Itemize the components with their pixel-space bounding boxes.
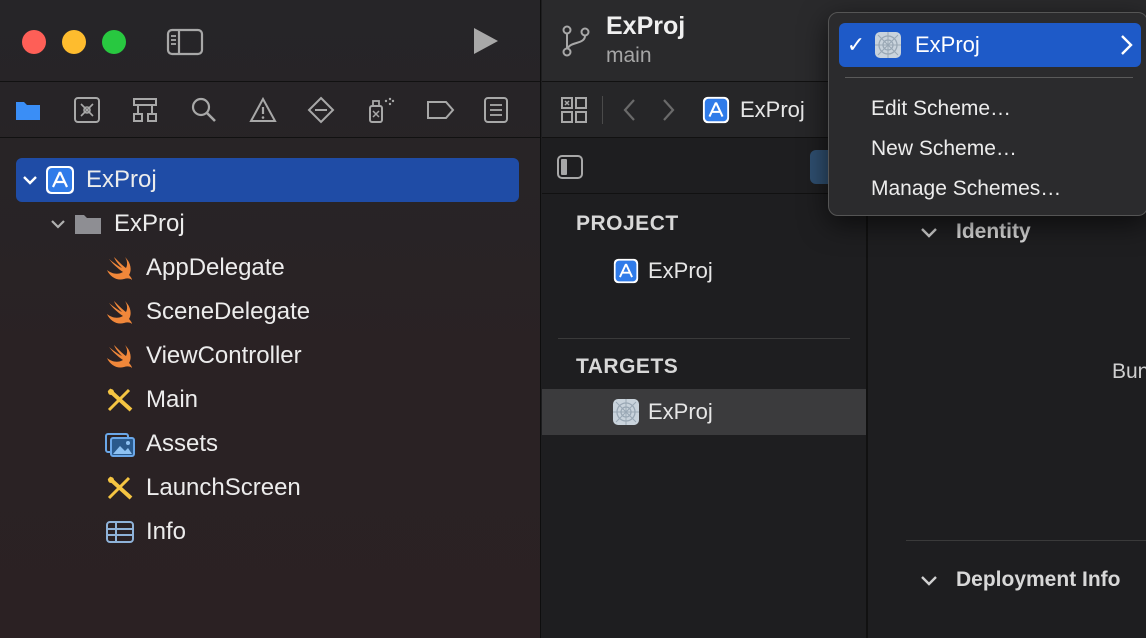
bundle-label-partial: Bun (1112, 360, 1146, 383)
tree-item-label: LaunchScreen (146, 474, 301, 501)
edit-scheme-menu-item[interactable]: Edit Scheme… (871, 97, 1011, 121)
scheme-project-title[interactable]: ExProj (606, 12, 685, 41)
app-target-icon (612, 398, 640, 426)
chevron-right-icon (1111, 34, 1141, 56)
zoom-window-button[interactable] (102, 30, 126, 54)
targets-section-header: TARGETS (576, 355, 679, 378)
plist-table-icon (104, 516, 136, 548)
navigator-tab-bar (0, 82, 540, 138)
app-project-icon (702, 96, 730, 129)
tree-item-group-folder[interactable]: ExProj (0, 202, 540, 246)
tree-item-file[interactable]: Main (0, 378, 540, 422)
deployment-section-header[interactable]: Deployment Info (918, 568, 1121, 592)
asset-catalog-icon (104, 428, 136, 460)
new-scheme-menu-item[interactable]: New Scheme… (871, 137, 1017, 161)
menu-separator (845, 77, 1133, 78)
manage-schemes-menu-item[interactable]: Manage Schemes… (871, 177, 1061, 201)
tree-item-project-root[interactable]: ExProj (16, 158, 519, 202)
jumpbar-divider (602, 96, 603, 124)
sidebar-toggle-icon[interactable] (166, 28, 204, 56)
target-list-item[interactable]: ExProj (542, 389, 866, 435)
tree-item-label: Main (146, 386, 199, 413)
tree-item-label: Assets (146, 430, 219, 457)
test-diamond-icon[interactable] (305, 90, 364, 130)
identity-section-header[interactable]: Identity (918, 220, 1031, 244)
tree-item-file[interactable]: ViewController (0, 334, 540, 378)
app-project-icon (612, 257, 640, 285)
warning-icon[interactable] (247, 90, 306, 130)
tree-item-file[interactable]: SceneDelegate (0, 290, 540, 334)
project-list-toggle-icon[interactable] (556, 154, 584, 185)
close-window-button[interactable] (22, 30, 46, 54)
minimize-window-button[interactable] (62, 30, 86, 54)
chevron-down-icon[interactable] (918, 574, 940, 586)
app-project-icon (44, 164, 76, 196)
tree-item-label: Info (146, 518, 187, 545)
chevron-right-icon[interactable] (660, 98, 676, 127)
branch-icon (560, 24, 592, 63)
scheme-menu: ✓ ExProj Edit Scheme… New Scheme… Manage… (828, 12, 1146, 216)
tree-item-file[interactable]: AppDelegate (0, 246, 540, 290)
chevron-down-icon[interactable] (16, 174, 44, 186)
tree-item-file[interactable]: Info (0, 510, 540, 554)
checkmark-icon: ✓ (846, 32, 866, 57)
target-settings-inspector: Identity Bun Deployment Info (870, 194, 1146, 638)
chevron-down-icon[interactable] (44, 218, 72, 230)
related-items-grid-icon[interactable] (560, 96, 588, 129)
scheme-menu-item-selected[interactable]: ✓ ExProj (839, 23, 1141, 67)
swift-icon (104, 296, 136, 328)
breakpoint-icon[interactable] (423, 90, 482, 130)
project-tree: ExProj ExProj AppDelegate SceneDelegate (0, 138, 540, 554)
tree-item-label: SceneDelegate (146, 298, 311, 325)
chevron-left-icon[interactable] (622, 98, 638, 127)
tree-item-label: ExProj (114, 210, 185, 237)
project-list-item-label: ExProj (648, 258, 713, 283)
storyboard-icon (104, 384, 136, 416)
run-play-icon[interactable] (470, 26, 500, 56)
deployment-section-label: Deployment Info (956, 568, 1121, 591)
target-list-item-label: ExProj (648, 399, 713, 424)
report-list-icon[interactable] (481, 90, 540, 130)
navigator-pane: ExProj ExProj AppDelegate SceneDelegate (0, 0, 541, 638)
swift-icon (104, 252, 136, 284)
tree-item-file[interactable]: Assets (0, 422, 540, 466)
tree-item-label: ExProj (86, 166, 157, 193)
swift-icon (104, 340, 136, 372)
jumpbar-project-label[interactable]: ExProj (740, 97, 805, 123)
branch-name[interactable]: main (606, 44, 652, 68)
storyboard-icon (104, 472, 136, 504)
folder-icon (72, 208, 104, 240)
project-targets-list: PROJECT ExProj TARGETS ExProj (542, 194, 868, 638)
project-list-item[interactable]: ExProj (542, 248, 866, 294)
identity-section-label: Identity (956, 220, 1031, 243)
navigator-titlebar (0, 0, 540, 82)
search-icon[interactable] (188, 90, 247, 130)
app-target-icon (873, 30, 903, 60)
tree-item-label: AppDelegate (146, 254, 285, 281)
project-section-header: PROJECT (576, 212, 679, 235)
chevron-down-icon[interactable] (918, 226, 940, 238)
section-divider (906, 540, 1146, 541)
debug-spray-icon[interactable] (364, 90, 423, 130)
tree-item-file[interactable]: LaunchScreen (0, 466, 540, 510)
selected-scheme-label: ExProj (915, 32, 980, 57)
tree-item-label: ViewController (146, 342, 302, 369)
source-control-icon[interactable] (71, 90, 130, 130)
symbol-hierarchy-icon[interactable] (129, 90, 188, 130)
folder-icon[interactable] (12, 90, 71, 130)
